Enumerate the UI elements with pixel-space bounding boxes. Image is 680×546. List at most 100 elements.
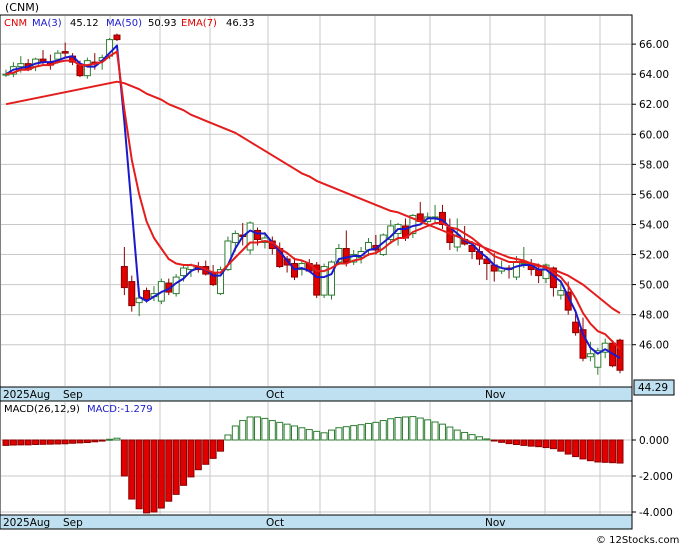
macd-tick-label: 0.000 [639,435,669,447]
macd-bar [2,439,10,446]
macd-y-axis: 0.000 -2.000 -4.000 [632,435,673,519]
price-tick-label: 50.00 [639,280,669,292]
macd-bar [83,439,91,444]
macd-bar [69,439,77,444]
macd-bar [364,422,372,441]
macd-x-axis-strip [0,514,633,530]
macd-bar [54,439,62,445]
macd-bar [520,439,528,446]
macd-bar [209,439,217,459]
macd-bar [549,439,557,450]
macd-bar [165,439,173,502]
macd-bar [594,439,602,463]
candle-body [54,52,62,60]
price-y-axis: 66.00 64.00 62.00 60.00 58.00 56.00 54.00 52.00… [632,39,669,352]
macd-bar [535,439,543,448]
macd-bar [335,427,343,441]
legend-ma3-label: MA(3) [32,18,62,29]
macd-bar [394,417,402,441]
macd-bar [143,439,151,514]
macd-bar [39,439,47,445]
macd-bar [350,425,358,441]
last-price-value: 44.29 [638,382,668,394]
macd-bar [76,439,84,444]
candle-body [512,261,520,278]
macd-tick-label: -4.000 [639,507,673,519]
macd-bar [298,427,306,441]
macd-bar [468,434,476,441]
candle-body [557,290,565,296]
macd-bar [180,439,188,486]
macd-bar [424,419,432,441]
macd-bar [313,430,321,441]
price-tick-label: 46.00 [639,340,669,352]
stock-chart: (CNM) 66.00 64.00 62.00 60.00 58.00 56.00 54.0… [0,1,679,546]
chart-title: (CNM) [5,1,39,14]
price-tick-label: 48.00 [639,310,669,322]
macd-bar [283,423,291,441]
macd-bar [276,421,284,441]
price-tick-label: 66.00 [639,39,669,51]
price-x-tick-label: Nov [485,389,506,401]
macd-x-tick-label: Oct [266,517,284,529]
macd-bar [387,418,395,441]
price-tick-label: 52.00 [639,250,669,262]
macd-bar [342,426,350,441]
macd-bar [150,439,158,513]
macd-bar [512,439,520,445]
legend-ema7-value: 46.33 [226,18,255,29]
candle-body [113,34,121,41]
price-tick-label: 62.00 [639,99,669,111]
macd-bar [616,439,624,464]
macd-bar [231,425,239,441]
macd-bar [24,439,32,446]
macd-label: MACD(26,12,9) [4,404,80,415]
macd-bar [438,423,446,441]
macd-bar [261,417,269,441]
macd-bar [46,439,54,445]
macd-bar [416,417,424,441]
macd-bar [498,439,506,443]
macd-bar [475,436,483,441]
candle-body [143,290,151,301]
candle-body [128,281,136,307]
last-price-badge: 44.29 [633,379,675,396]
macd-bar [401,416,409,441]
legend-ma3-value: 45.12 [70,18,99,29]
candle-body [231,232,239,243]
macd-bar [557,439,565,452]
macd-bar [113,437,121,441]
price-x-tick-label: Sep [63,389,83,401]
macd-panel-frame [0,400,633,516]
price-panel-frame [0,14,633,388]
macd-bar [172,439,180,495]
macd-bar [135,439,143,510]
macd-bar [564,439,572,455]
price-tick-label: 60.00 [639,129,669,141]
legend-ema7-label: EMA(7) [181,18,217,29]
macd-bar [157,439,165,509]
candle-body [180,267,188,277]
macd-bar [61,439,69,445]
macd-bar [379,420,387,441]
price-x-axis-strip [0,386,633,402]
candle-body [76,64,84,77]
macd-bar [120,439,128,477]
macd-bar [490,439,498,442]
macd-bar [17,439,25,446]
price-tick-label: 54.00 [639,219,669,231]
macd-bar [542,439,550,449]
price-tick-label: 58.00 [639,159,669,171]
macd-bar [202,439,210,465]
macd-bar [461,431,469,441]
macd-bar [106,438,114,441]
macd-bar [187,439,195,478]
candle-body [616,339,624,371]
svg-text:EMA(7): EMA(7) [181,18,217,29]
macd-bar [609,439,617,464]
candle-body [342,248,350,263]
macd-x-tick-label: Nov [485,517,506,529]
macd-bar [9,439,17,446]
macd-bar [446,426,454,441]
macd-bar [601,439,609,463]
